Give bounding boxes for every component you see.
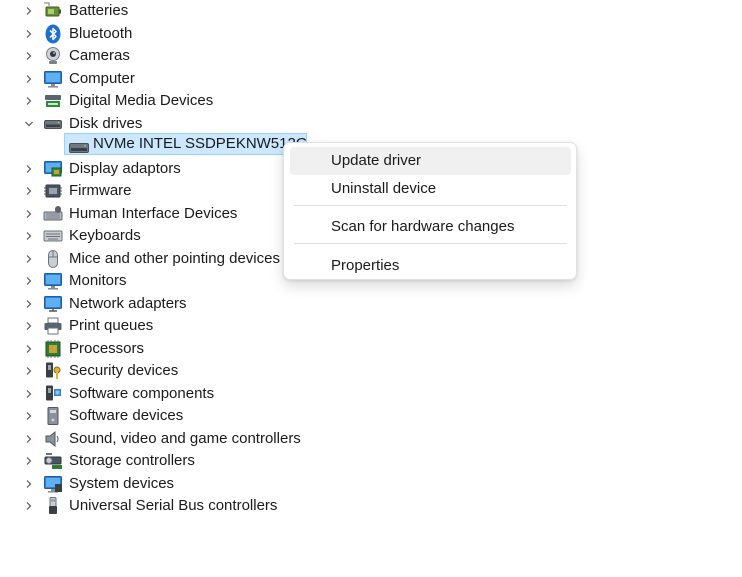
media-device-icon bbox=[43, 91, 63, 111]
tree-item-label: Bluetooth bbox=[69, 24, 133, 42]
storage-controller-icon bbox=[43, 451, 63, 471]
uninstall-device-menu-item[interactable]: Uninstall device bbox=[290, 175, 571, 203]
tree-item-label: Human Interface Devices bbox=[69, 204, 238, 222]
tree-item-label: Network adapters bbox=[69, 294, 187, 312]
tree-item-computer[interactable]: Computer bbox=[0, 68, 742, 90]
chevron-right-icon[interactable] bbox=[22, 45, 36, 67]
monitor-icon bbox=[43, 69, 63, 89]
display-adapter-icon bbox=[43, 159, 63, 179]
tree-item-label: Cameras bbox=[69, 47, 130, 64]
tree-item-label: Mice and other pointing devices bbox=[69, 249, 280, 267]
bluetooth-icon bbox=[43, 24, 63, 44]
tree-item-label: Software components bbox=[69, 384, 215, 402]
tree-item-sound-video-and-game-controllers[interactable]: Sound, video and game controllers bbox=[0, 428, 742, 450]
tree-item-network-adapters[interactable]: Network adapters bbox=[0, 293, 742, 315]
chevron-right-icon[interactable] bbox=[22, 0, 36, 22]
tree-item-system-devices[interactable]: System devices bbox=[0, 473, 742, 495]
tree-item-label: Print queues bbox=[69, 317, 154, 334]
processor-icon bbox=[43, 339, 63, 359]
tree-item-universal-serial-bus-controllers[interactable]: Universal Serial Bus controllers bbox=[0, 495, 742, 517]
tree-item-label: Computer bbox=[69, 69, 135, 87]
tree-item-label: Digital Media Devices bbox=[69, 92, 214, 109]
tree-item-label: System devices bbox=[69, 474, 175, 492]
chevron-right-icon[interactable] bbox=[22, 473, 36, 495]
chevron-right-icon[interactable] bbox=[22, 450, 36, 472]
chevron-down-icon[interactable] bbox=[22, 113, 36, 135]
chevron-right-icon[interactable] bbox=[22, 270, 36, 292]
speaker-icon bbox=[43, 429, 63, 449]
tree-item-disk-drives[interactable]: Disk drives bbox=[0, 113, 742, 135]
tree-item-label: Universal Serial Bus controllers bbox=[69, 497, 278, 514]
context-menu: Update driver Uninstall device Scan for … bbox=[283, 142, 577, 280]
software-device-icon bbox=[43, 406, 63, 426]
chevron-right-icon[interactable] bbox=[22, 68, 36, 90]
disk-drive-icon bbox=[69, 140, 89, 153]
printer-icon bbox=[43, 316, 63, 336]
tree-item-storage-controllers[interactable]: Storage controllers bbox=[0, 450, 742, 472]
chevron-right-icon[interactable] bbox=[22, 428, 36, 450]
disk-drive-icon bbox=[43, 114, 63, 134]
chevron-right-icon[interactable] bbox=[22, 315, 36, 337]
tree-item-digital-media-devices[interactable]: Digital Media Devices bbox=[0, 90, 742, 112]
tree-item-software-devices[interactable]: Software devices bbox=[0, 405, 742, 427]
tree-item-label: Software devices bbox=[69, 407, 184, 424]
menu-separator bbox=[294, 205, 567, 206]
chevron-right-icon[interactable] bbox=[22, 495, 36, 517]
properties-menu-item[interactable]: Properties bbox=[290, 252, 571, 280]
chevron-right-icon[interactable] bbox=[22, 158, 36, 180]
software-component-icon bbox=[43, 384, 63, 404]
tree-item-label: Monitors bbox=[69, 272, 127, 289]
update-driver-menu-item[interactable]: Update driver bbox=[290, 147, 571, 175]
tree-item-label: Sound, video and game controllers bbox=[69, 429, 301, 447]
tree-item-label: NVMe INTEL SSDPEKNW512G8H bbox=[93, 135, 307, 152]
tree-item-nvme-intel-ssd[interactable]: NVMe INTEL SSDPEKNW512G8H bbox=[64, 133, 307, 155]
tree-item-security-devices[interactable]: Security devices bbox=[0, 360, 742, 382]
network-adapter-icon bbox=[43, 294, 63, 314]
chevron-right-icon[interactable] bbox=[22, 405, 36, 427]
tree-item-label: Processors bbox=[69, 339, 145, 357]
tree-item-label: Batteries bbox=[69, 2, 129, 19]
chevron-right-icon[interactable] bbox=[22, 203, 36, 225]
chevron-right-icon[interactable] bbox=[22, 293, 36, 315]
monitor-icon bbox=[43, 271, 63, 291]
tree-item-label: Security devices bbox=[69, 362, 179, 379]
system-device-icon bbox=[43, 474, 63, 494]
tree-item-label: Display adaptors bbox=[69, 159, 181, 177]
tree-item-label: Keyboards bbox=[69, 227, 141, 244]
chevron-right-icon[interactable] bbox=[22, 23, 36, 45]
tree-item-print-queues[interactable]: Print queues bbox=[0, 315, 742, 337]
tree-item-label: Storage controllers bbox=[69, 452, 195, 469]
chevron-right-icon[interactable] bbox=[22, 180, 36, 202]
keyboard-icon bbox=[43, 226, 63, 246]
tree-item-software-components[interactable]: Software components bbox=[0, 383, 742, 405]
battery-icon bbox=[43, 1, 63, 21]
chevron-right-icon[interactable] bbox=[22, 383, 36, 405]
tree-item-processors[interactable]: Processors bbox=[0, 338, 742, 360]
tree-item-label: Disk drives bbox=[69, 114, 143, 132]
chevron-right-icon[interactable] bbox=[22, 338, 36, 360]
camera-icon bbox=[43, 46, 63, 66]
tree-item-batteries[interactable]: Batteries bbox=[0, 0, 742, 22]
tree-item-cameras[interactable]: Cameras bbox=[0, 45, 742, 67]
mouse-icon bbox=[43, 249, 63, 269]
chevron-right-icon[interactable] bbox=[22, 360, 36, 382]
tree-item-label: Firmware bbox=[69, 182, 132, 199]
chevron-right-icon[interactable] bbox=[22, 225, 36, 247]
scan-for-hardware-changes-menu-item[interactable]: Scan for hardware changes bbox=[290, 213, 571, 241]
tree-item-bluetooth[interactable]: Bluetooth bbox=[0, 23, 742, 45]
hid-icon bbox=[43, 204, 63, 224]
menu-separator bbox=[294, 243, 567, 244]
security-device-icon bbox=[43, 361, 63, 381]
usb-icon bbox=[43, 496, 63, 516]
chevron-right-icon[interactable] bbox=[22, 248, 36, 270]
chevron-right-icon[interactable] bbox=[22, 90, 36, 112]
firmware-icon bbox=[43, 181, 63, 201]
